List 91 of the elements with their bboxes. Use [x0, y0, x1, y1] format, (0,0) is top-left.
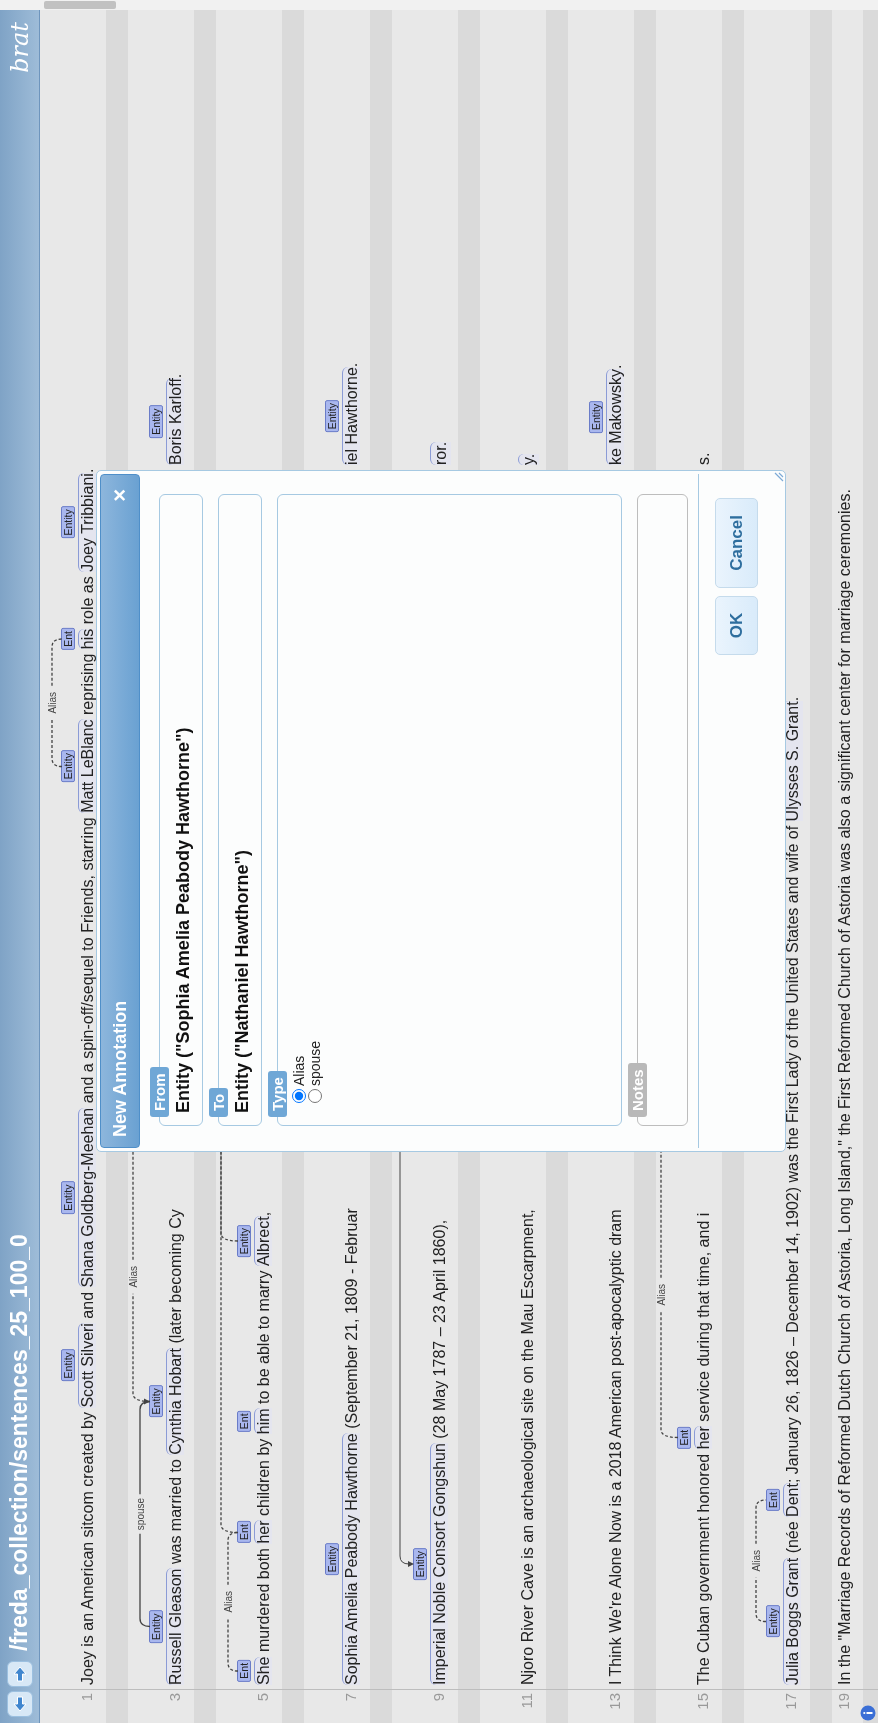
entity-label[interactable]: Entity — [61, 750, 75, 783]
sentence-text: (28 May 1787 – 23 April 1860), — [430, 1219, 449, 1441]
entity-label[interactable]: Entity — [61, 506, 75, 539]
sentence-text: to be able to marry — [254, 1269, 273, 1406]
entity-text[interactable]: Russell Gleason — [166, 1568, 184, 1685]
entity-label[interactable]: Entity — [413, 1547, 427, 1581]
entity-label[interactable]: Entity — [149, 405, 163, 438]
entity-text[interactable]: Julia Boggs Grant — [783, 1557, 801, 1685]
sentence-text: . — [783, 696, 802, 702]
scrollbar-thumb[interactable] — [44, 1, 116, 9]
entity-text[interactable]: She — [254, 1656, 272, 1685]
entity-text[interactable]: her — [254, 1520, 272, 1544]
dialog-button[interactable]: OK — [715, 595, 758, 656]
sentence-text: . — [78, 468, 97, 474]
entity-label[interactable]: Entity — [61, 1349, 75, 1382]
arc-label: Alias — [750, 1549, 762, 1572]
field-value: Entity ("Sophia Amelia Peabody Hawthorne") — [173, 726, 194, 1113]
fieldset-legend: From — [150, 1067, 169, 1117]
sentence-text: children by — [254, 1437, 273, 1518]
dialog-button[interactable]: Cancel — [715, 498, 758, 588]
sentence-text: The Cuban government honored — [694, 1452, 713, 1685]
fieldset-legend: Type — [268, 1071, 287, 1117]
entity-label[interactable]: Entity — [766, 1605, 780, 1638]
sentence-text: and a spin-off/sequel to Friends, starring — [78, 816, 97, 1106]
resize-grip-icon[interactable] — [772, 472, 784, 484]
document-title: /freda_collection/sentences_25_100_0 — [6, 1233, 33, 1651]
entity-text[interactable]: Dent — [783, 1483, 801, 1517]
sentence-text: Njoro River Cave is an archaeological site on the Mau Escarpment, — [518, 1209, 537, 1685]
entity-label[interactable]: Entity — [149, 1385, 163, 1418]
entity-label[interactable]: Ent — [237, 1659, 251, 1682]
sentence-text: (née — [783, 1520, 802, 1556]
entity-text[interactable]: Matt LeBlanc — [78, 719, 96, 813]
sentence-text: I Think We're Alone Now is a 2018 American post-apocalyptic dram — [606, 1209, 625, 1685]
arc-label: Alias — [46, 691, 58, 714]
entity-label[interactable]: Entity — [149, 1610, 163, 1643]
sentence-text: murdered both — [254, 1547, 273, 1655]
entity-label[interactable]: Ent — [237, 1521, 251, 1543]
field-value: Entity ("Nathaniel Hawthorne") — [232, 848, 253, 1113]
sentence-text: In the "Marriage Records of Reformed Dutch Church of Astoria, Long Island," the First Reformed Church of Astoria was also a significant center for marriage ceremonies. — [835, 489, 854, 1685]
fieldset-legend: To — [209, 1087, 228, 1117]
app-logo: brat — [5, 22, 34, 73]
sentence-text: ; January 26, 1826 – December 14, 1902) was the First Lady of the United States and wife of — [783, 824, 802, 1484]
entity-text[interactable]: Scott Silveri — [78, 1323, 96, 1408]
sentence-text: service during that time, and i — [694, 1212, 713, 1424]
radio-label[interactable]: spouse — [307, 1040, 323, 1086]
sentence-text: . — [342, 362, 361, 368]
sentence-text: . — [606, 364, 625, 369]
sentence-text: (later becoming Cy — [166, 1209, 185, 1346]
entity-text[interactable]: her — [694, 1426, 712, 1450]
sentence-text: was married to — [166, 1458, 185, 1567]
sentence-text: role as — [78, 575, 97, 627]
entity-label[interactable]: Ent — [766, 1489, 780, 1511]
entity-label[interactable]: Ent — [61, 628, 75, 650]
entity-text[interactable]: his — [78, 628, 96, 650]
entity-text[interactable]: iel Hawthorne — [342, 367, 360, 465]
entity-text[interactable]: ror. — [430, 441, 451, 465]
arc-label: Alias — [222, 1590, 234, 1613]
entity-text[interactable]: Cynthia Hobart — [166, 1347, 184, 1455]
entity-text[interactable]: him — [254, 1408, 272, 1435]
radio-button[interactable] — [308, 1089, 322, 1103]
entity-label[interactable]: Ent — [677, 1426, 691, 1449]
entity-label[interactable]: Entity — [325, 1543, 339, 1576]
entity-text[interactable]: Sophia Amelia Peabody Hawthorne — [342, 1433, 360, 1685]
entity-text[interactable]: Imperial Noble Consort Gongshun — [430, 1443, 448, 1685]
entity-text[interactable]: Shana Goldberg-Meehan — [78, 1107, 96, 1288]
fieldset-legend: Notes — [628, 1063, 647, 1117]
entity-text[interactable]: Boris Karloff — [166, 378, 184, 465]
sentence-text: (September 21, 1809 - Februar — [342, 1208, 361, 1431]
sentence-text: and — [78, 1290, 97, 1321]
radio-button[interactable] — [292, 1089, 306, 1103]
previous-button[interactable] — [6, 1691, 33, 1717]
entity-text[interactable]: Joey Tribbiani — [78, 473, 96, 572]
arc-label: spouse — [134, 1497, 146, 1531]
entity-label[interactable]: Entity — [61, 1181, 75, 1214]
sentence-text: reprising — [78, 652, 97, 717]
sentence-text: , — [254, 1211, 273, 1217]
entity-text[interactable]: Albrect — [254, 1216, 272, 1267]
next-button[interactable] — [6, 1661, 33, 1687]
radio-label[interactable]: Alias — [291, 1055, 307, 1086]
entity-label[interactable]: Entity — [589, 400, 603, 434]
sentence-text: . — [166, 373, 185, 379]
entity-text[interactable]: y. — [518, 453, 539, 465]
sentence-text: s. — [694, 452, 713, 465]
entity-label[interactable]: Entity — [237, 1225, 251, 1258]
entity-text[interactable]: ke Makowsky — [606, 368, 624, 465]
entity-label[interactable]: Entity — [325, 399, 339, 433]
entity-label[interactable]: Ent — [237, 1410, 251, 1433]
dialog-title: New Annotation — [109, 999, 131, 1137]
sentence-text: Joey is an American sitcom created by — [78, 1411, 97, 1685]
arc-label: Alias — [655, 1283, 667, 1306]
arc-label: Alias — [127, 1265, 139, 1288]
